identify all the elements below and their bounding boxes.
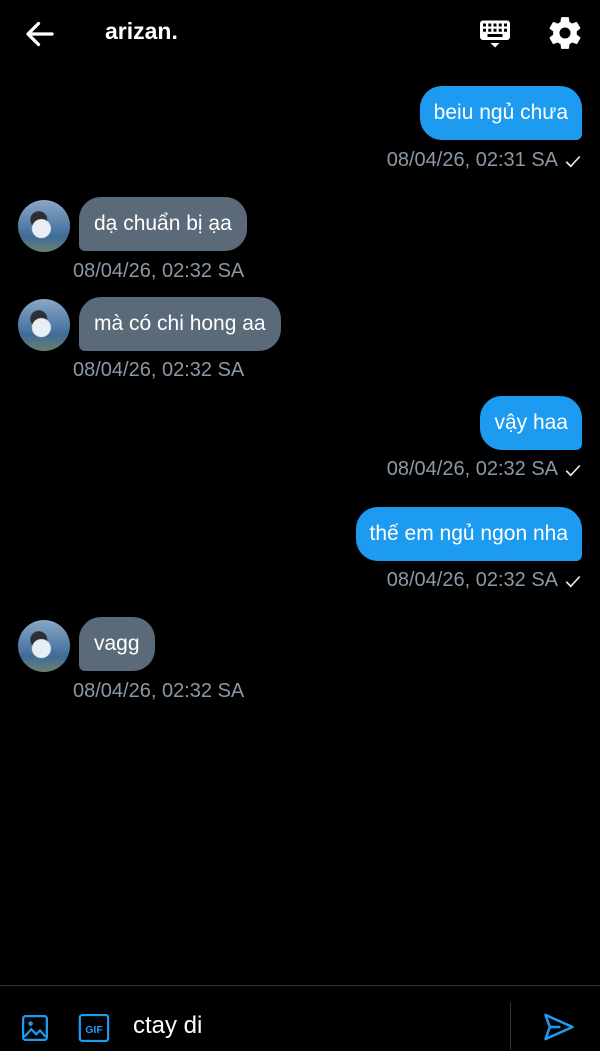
contact-avatar[interactable] bbox=[18, 620, 70, 672]
message-meta: 08/04/26, 02:32 SA bbox=[387, 569, 582, 592]
outgoing-message-bubble[interactable]: beiu ngủ chưa bbox=[419, 86, 582, 140]
message-timestamp: 08/04/26, 02:32 SA bbox=[73, 680, 245, 702]
message-input[interactable]: ctay di bbox=[133, 1012, 202, 1040]
contact-avatar[interactable] bbox=[18, 200, 70, 252]
keyboard-icon[interactable] bbox=[476, 16, 514, 52]
message-timestamp: 08/04/26, 02:32 SA bbox=[386, 458, 558, 480]
arrow-left-icon[interactable] bbox=[22, 16, 58, 52]
message-meta: 08/04/26, 02:32 SA bbox=[387, 458, 582, 481]
message-meta: 08/04/26, 02:31 SA bbox=[387, 149, 582, 172]
conversation-title[interactable]: arizan. bbox=[105, 18, 178, 45]
contact-avatar[interactable] bbox=[18, 299, 70, 351]
chat-header: arizan. bbox=[0, 0, 600, 66]
gif-icon[interactable]: GIF bbox=[78, 1013, 110, 1043]
gear-icon[interactable] bbox=[546, 14, 584, 52]
composer-divider bbox=[510, 1002, 511, 1050]
outgoing-message-bubble[interactable]: vậy haa bbox=[480, 396, 582, 450]
incoming-message-bubble[interactable]: mà có chi hong aa bbox=[79, 297, 281, 351]
send-icon[interactable] bbox=[542, 1010, 576, 1044]
incoming-message-bubble[interactable]: dạ chuẩn bị ạa bbox=[79, 197, 247, 251]
sent-check-icon bbox=[565, 155, 581, 167]
message-timestamp: 08/04/26, 02:31 SA bbox=[386, 149, 558, 171]
message-timestamp: 08/04/26, 02:32 SA bbox=[73, 359, 245, 381]
image-icon[interactable] bbox=[20, 1013, 50, 1043]
incoming-message-bubble[interactable]: vagg bbox=[79, 617, 155, 671]
message-timestamp: 08/04/26, 02:32 SA bbox=[73, 260, 245, 282]
sent-check-icon bbox=[565, 575, 581, 587]
outgoing-message-bubble[interactable]: thế em ngủ ngon nha bbox=[355, 507, 582, 561]
message-timestamp: 08/04/26, 02:32 SA bbox=[386, 569, 558, 591]
gif-label: GIF bbox=[85, 1025, 102, 1036]
sent-check-icon bbox=[565, 464, 581, 476]
